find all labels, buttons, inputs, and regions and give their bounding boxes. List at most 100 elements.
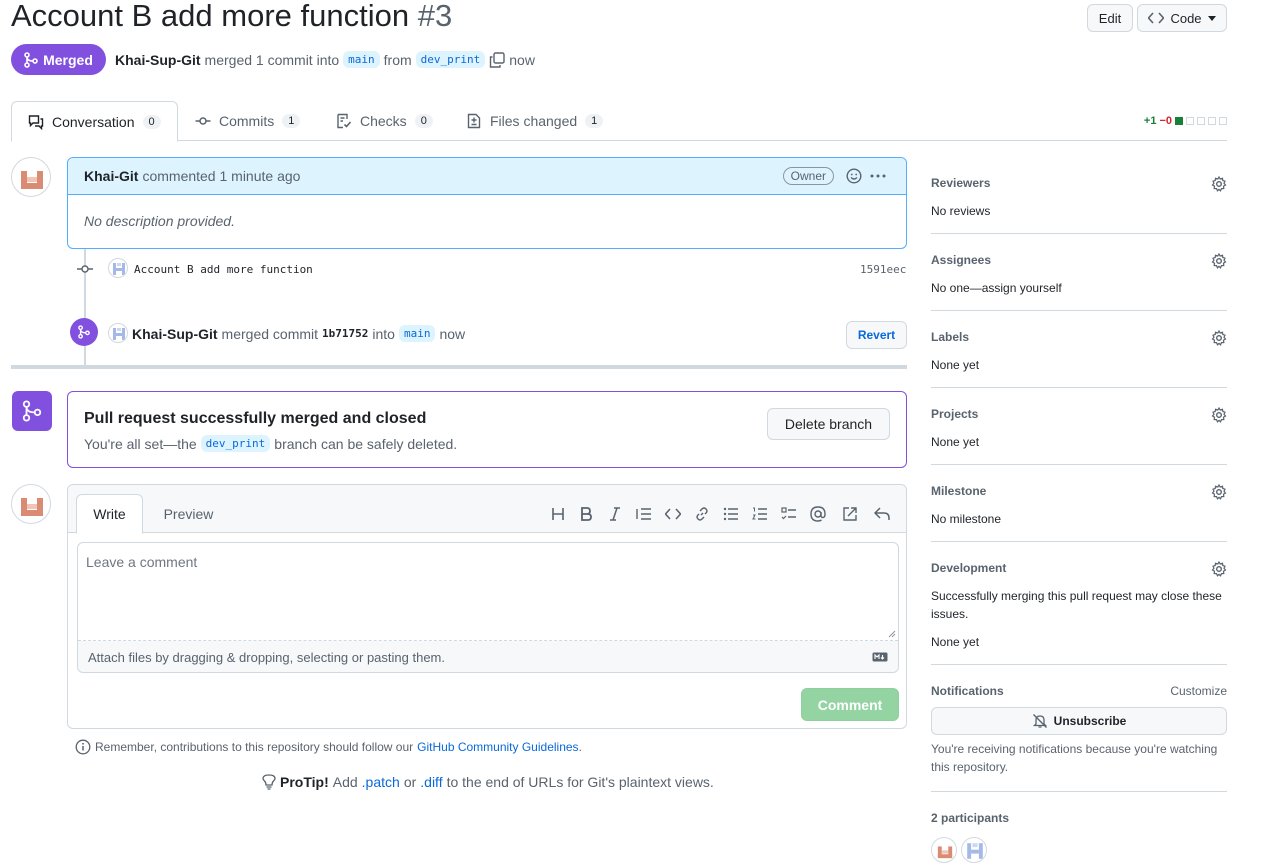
tab-files-changed[interactable]: Files changed 1 xyxy=(450,101,619,141)
tab-commits-count: 1 xyxy=(282,114,301,128)
sidebar-assignees: Assignees No one—assign yourself xyxy=(931,253,1227,311)
gear-icon[interactable] xyxy=(1211,484,1227,500)
owner-badge: Owner xyxy=(782,167,834,185)
customize-link[interactable]: Customize xyxy=(1170,684,1227,698)
participant-avatar[interactable] xyxy=(931,837,957,863)
edit-button-label: Edit xyxy=(1098,10,1122,26)
gear-icon[interactable] xyxy=(1211,561,1227,577)
heading-icon[interactable] xyxy=(549,505,567,523)
diffstat-block xyxy=(1197,117,1205,125)
tab-write-label: Write xyxy=(93,506,126,522)
tab-write[interactable]: Write xyxy=(76,494,143,534)
attach-files-text[interactable]: Attach files by dragging & dropping, sel… xyxy=(88,650,445,665)
development-heading[interactable]: Development xyxy=(931,561,1227,575)
development-value: None yet xyxy=(931,635,980,649)
merged-time: now xyxy=(509,51,535,68)
tab-commits[interactable]: Commits 1 xyxy=(179,101,316,141)
labels-heading[interactable]: Labels xyxy=(931,330,1227,344)
protip-note: ProTip! Add .patch or .diff to the end o… xyxy=(262,774,714,790)
markdown-icon[interactable] xyxy=(872,652,888,662)
reviewers-heading[interactable]: Reviewers xyxy=(931,176,1227,190)
assignees-heading[interactable]: Assignees xyxy=(931,253,1227,267)
delete-branch-label: Delete branch xyxy=(784,416,873,432)
comment-author[interactable]: Khai-Git xyxy=(84,168,138,184)
merged-box-branch[interactable]: dev_print xyxy=(200,435,271,452)
code-icon[interactable] xyxy=(664,505,682,523)
ordered-list-icon[interactable] xyxy=(751,505,769,523)
milestone-heading[interactable]: Milestone xyxy=(931,484,1227,498)
unsubscribe-label: Unsubscribe xyxy=(1053,714,1127,728)
assignees-value[interactable]: No one—assign yourself xyxy=(931,279,1227,297)
comment-timestamp[interactable]: commented 1 minute ago xyxy=(142,168,300,184)
reference-icon[interactable] xyxy=(841,505,859,523)
sidebar-milestone: Milestone No milestone xyxy=(931,484,1227,542)
tab-checks[interactable]: Checks 0 xyxy=(320,101,449,141)
merge-commit-sha[interactable]: 1b71752 xyxy=(322,327,368,340)
protip-diff-link[interactable]: .diff xyxy=(420,774,442,790)
diffstat-deletions: −0 xyxy=(1159,115,1172,127)
pr-title-text: Account B add more function xyxy=(11,0,410,33)
comment-submit-button[interactable]: Comment xyxy=(801,688,899,721)
merged-box-desc-suffix: branch can be safely deleted. xyxy=(274,435,458,452)
head-branch[interactable]: dev_print xyxy=(415,51,486,68)
comment-textarea[interactable]: Leave a comment xyxy=(78,543,898,641)
avatar[interactable] xyxy=(11,484,51,524)
avatar[interactable] xyxy=(108,323,128,343)
gear-icon[interactable] xyxy=(1211,176,1227,192)
labels-value: None yet xyxy=(931,358,980,372)
bold-icon[interactable] xyxy=(577,505,595,523)
base-branch[interactable]: main xyxy=(343,51,380,68)
mention-icon[interactable] xyxy=(809,505,827,523)
reviewers-value: No reviews xyxy=(931,204,991,218)
pr-meta: Khai-Sup-Git merged 1 commit into main f… xyxy=(115,51,535,68)
tab-conversation[interactable]: Conversation 0 xyxy=(11,101,178,142)
avatar[interactable] xyxy=(11,157,51,197)
gear-icon[interactable] xyxy=(1211,330,1227,346)
gear-icon[interactable] xyxy=(1211,253,1227,269)
quote-icon[interactable] xyxy=(635,505,653,523)
smiley-icon[interactable] xyxy=(846,168,862,184)
guidelines-link[interactable]: GitHub Community Guidelines xyxy=(417,740,578,754)
comment-submit-label: Comment xyxy=(817,696,883,713)
reply-icon[interactable] xyxy=(873,505,891,523)
notifications-desc: You're receiving notifications because y… xyxy=(931,742,1218,774)
diffstat-additions: +1 xyxy=(1143,115,1157,127)
gear-icon[interactable] xyxy=(1211,407,1227,423)
kebab-horizontal-icon[interactable] xyxy=(870,174,886,178)
guidelines-note: Remember, contributions to this reposito… xyxy=(75,739,582,755)
milestone-value: No milestone xyxy=(931,512,1002,526)
italic-icon[interactable] xyxy=(606,505,624,523)
copy-icon[interactable] xyxy=(489,51,505,68)
link-icon[interactable] xyxy=(693,505,711,523)
merge-actor[interactable]: Khai-Sup-Git xyxy=(132,326,218,342)
edit-button[interactable]: Edit xyxy=(1087,4,1133,32)
merge-into-text: into xyxy=(372,325,395,342)
commit-message[interactable]: Account B add more function xyxy=(134,263,313,276)
merge-branch[interactable]: main xyxy=(398,325,436,342)
commit-sha[interactable]: 1591eec xyxy=(860,263,906,276)
merge-time[interactable]: now xyxy=(439,326,465,342)
unsubscribe-button[interactable]: Unsubscribe xyxy=(931,707,1227,735)
resize-handle-icon[interactable] xyxy=(888,630,896,638)
protip-patch-link[interactable]: .patch xyxy=(362,774,400,790)
tab-checks-count: 0 xyxy=(414,114,433,128)
task-list-icon[interactable] xyxy=(780,505,798,523)
code-button[interactable]: Code xyxy=(1137,4,1227,32)
sidebar-notifications: Notifications Customize Unsubscribe You'… xyxy=(931,684,1227,792)
sidebar-development: Development Successfully merging this pu… xyxy=(931,561,1227,665)
participant-avatar[interactable] xyxy=(961,837,987,863)
guidelines-suffix: . xyxy=(578,740,582,754)
diffstat-block xyxy=(1208,117,1216,125)
development-desc: Successfully merging this pull request m… xyxy=(931,589,1222,621)
unordered-list-icon[interactable] xyxy=(722,505,740,523)
revert-button[interactable]: Revert xyxy=(846,321,907,349)
bell-slash-icon xyxy=(1032,714,1047,728)
diffstat: +1 −0 xyxy=(1144,115,1227,127)
merger-link[interactable]: Khai-Sup-Git xyxy=(115,52,201,68)
tab-preview[interactable]: Preview xyxy=(155,494,222,534)
participants-heading: 2 participants xyxy=(931,811,1010,825)
projects-heading[interactable]: Projects xyxy=(931,407,1227,421)
delete-branch-button[interactable]: Delete branch xyxy=(767,408,890,440)
avatar[interactable] xyxy=(108,258,128,278)
pr-tabs: Conversation 0 Commits 1 Checks 0 Files … xyxy=(11,101,1227,142)
